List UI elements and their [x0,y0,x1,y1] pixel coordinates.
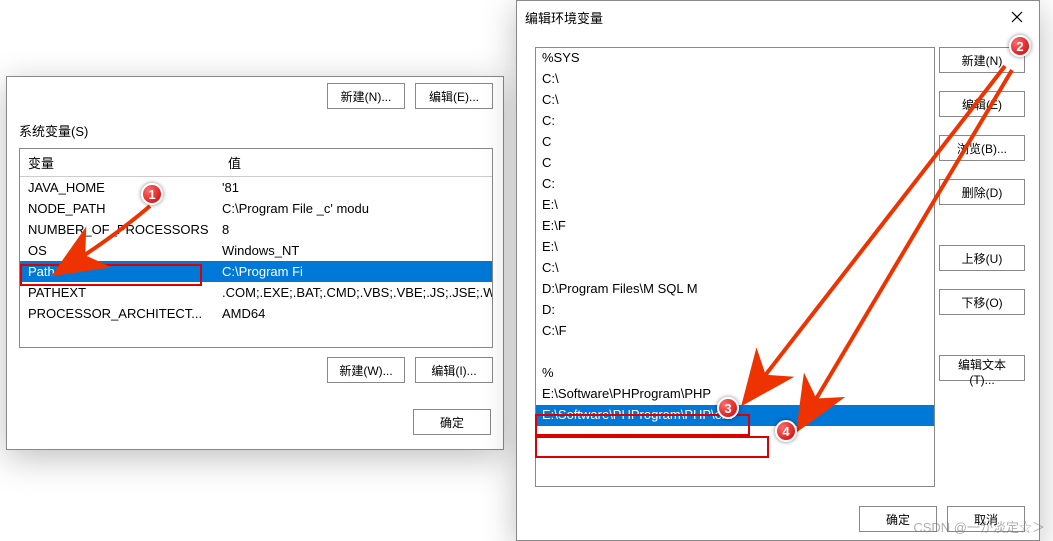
edit-env-var-dialog: 编辑环境变量 %SYSC:\C:\C:CCC:E:\E:\FE:\C:\D:\P… [516,0,1040,541]
watermark: CSDN @一か淡定☆＞ [913,517,1045,536]
list-item[interactable]: C:\ [536,90,934,111]
cell-value: C:\Program File _c' modu [220,201,492,216]
list-item[interactable]: % [536,363,934,384]
edit-buttons-column: 新建(N) 编辑(E) 浏览(B)... 删除(D) 上移(U) 下移(O) 编… [939,47,1025,381]
move-up-button[interactable]: 上移(U) [939,245,1025,271]
list-item[interactable]: C:\ [536,258,934,279]
list-item[interactable]: C:\ [536,69,934,90]
cell-variable: PATHEXT [20,285,220,300]
list-item[interactable]: E:\ [536,195,934,216]
list-item[interactable]: D: [536,300,934,321]
path-entries-list[interactable]: %SYSC:\C:\C:CCC:E:\E:\FE:\C:\D:\Program … [535,47,935,487]
dialog-title: 编辑环境变量 [525,8,603,27]
delete-button[interactable]: 删除(D) [939,179,1025,205]
list-item[interactable] [536,426,934,447]
cell-value: Windows_NT [220,243,492,258]
list-item[interactable]: C: [536,174,934,195]
annotation-marker-3: 3 [717,397,739,419]
cell-value: '81 [220,180,492,195]
cell-value: .COM;.EXE;.BAT;.CMD;.VBS;.VBE;.JS;.JSE;.… [220,285,492,300]
list-item[interactable]: C: [536,111,934,132]
list-item[interactable]: C:\F [536,321,934,342]
edit-user-var-button[interactable]: 编辑(E)... [415,83,493,109]
edit-sys-var-button[interactable]: 编辑(I)... [415,357,493,383]
cell-value: AMD64 [220,306,492,321]
table-row[interactable]: PROCESSOR_ARCHITECT...AMD64 [20,303,492,324]
dialog-titlebar: 编辑环境变量 [517,1,1039,33]
browse-button[interactable]: 浏览(B)... [939,135,1025,161]
column-value: 值 [220,149,492,176]
cell-variable: Path [20,264,220,279]
new-sys-var-button[interactable]: 新建(W)... [327,357,405,383]
list-item[interactable]: C [536,153,934,174]
system-properties-dialog: 新建(N)... 编辑(E)... 系统变量(S) 变量 值 JAVA_HOME… [6,76,504,450]
list-item[interactable]: D:\Program Files\M SQL M [536,279,934,300]
table-row[interactable]: NUMBER_OF_PROCESSORS8 [20,219,492,240]
close-button[interactable] [995,1,1039,33]
move-down-button[interactable]: 下移(O) [939,289,1025,315]
table-row[interactable]: JAVA_HOME '81 [20,177,492,198]
table-row[interactable]: PATHEXT.COM;.EXE;.BAT;.CMD;.VBS;.VBE;.JS… [20,282,492,303]
cell-variable: PROCESSOR_ARCHITECT... [20,306,220,321]
list-item[interactable]: E:\F [536,216,934,237]
list-item[interactable]: C [536,132,934,153]
cell-value: 8 [220,222,492,237]
edit-entry-button[interactable]: 编辑(E) [939,91,1025,117]
cell-variable: JAVA_HOME [20,180,220,195]
table-row[interactable]: NODE_PATHC:\Program File _c' modu [20,198,492,219]
column-variable: 变量 [20,149,220,176]
user-vars-buttons: 新建(N)... 编辑(E)... [327,83,493,109]
cell-value: C:\Program Fi [220,264,492,279]
annotation-marker-1: 1 [141,183,163,205]
cell-variable: NUMBER_OF_PROCESSORS [20,222,220,237]
cell-variable: OS [20,243,220,258]
list-item[interactable]: %SYS [536,48,934,69]
annotation-marker-4: 4 [775,420,797,442]
ok-button[interactable]: 确定 [413,409,491,435]
system-variables-table[interactable]: 变量 值 JAVA_HOME '81NODE_PATHC:\Program Fi… [19,148,493,348]
edit-text-button[interactable]: 编辑文本(T)... [939,355,1025,381]
table-header: 变量 值 [20,149,492,177]
list-item[interactable] [536,342,934,363]
annotation-marker-2: 2 [1009,35,1031,57]
new-user-var-button[interactable]: 新建(N)... [327,83,405,109]
close-icon [1011,11,1023,23]
list-item[interactable]: E:\ [536,237,934,258]
cell-variable: NODE_PATH [20,201,220,216]
system-variables-label: 系统变量(S) [19,121,493,140]
table-row[interactable]: PathC:\Program Fi [20,261,492,282]
table-row[interactable]: OSWindows_NT [20,240,492,261]
system-vars-buttons: 新建(W)... 编辑(I)... [19,357,493,383]
